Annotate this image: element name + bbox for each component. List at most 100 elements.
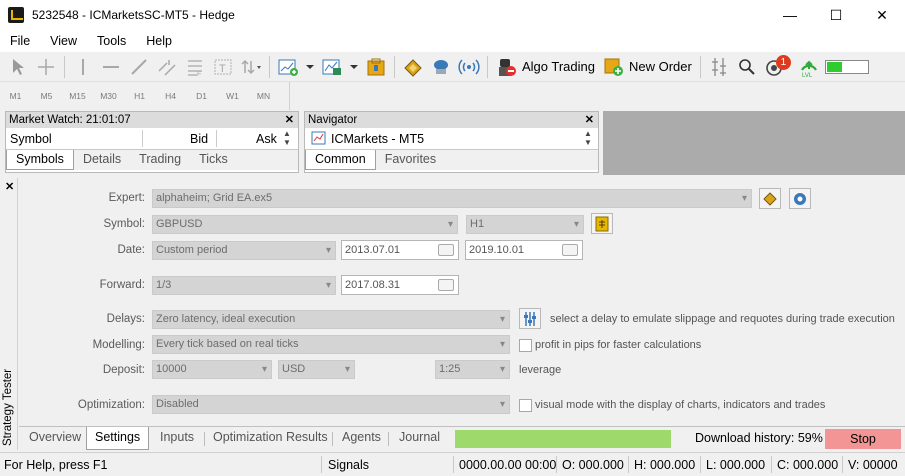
mt5-window: 5232548 - ICMarketsSC-MT5 - Hedge — ☐ ✕ …	[0, 0, 905, 476]
status-bar: For Help, press F1 Signals 0000.00.00 00…	[0, 452, 905, 476]
date-from-value: 2013.07.01	[345, 244, 401, 256]
new-order-button[interactable]: New Order	[599, 56, 696, 78]
equidistant-channel-icon[interactable]	[155, 55, 179, 79]
timeframe-m15[interactable]: M15	[62, 91, 93, 101]
signals-broadcast-icon[interactable]	[457, 55, 481, 79]
text-label-icon[interactable]: T	[211, 55, 235, 79]
profiles-icon[interactable]	[364, 55, 388, 79]
expert-properties-button[interactable]	[789, 188, 811, 209]
visual-mode-checkbox[interactable]	[519, 399, 532, 412]
leverage-value: 1:25	[439, 363, 461, 375]
menu-help[interactable]: Help	[136, 34, 182, 48]
horizontal-line-icon[interactable]	[99, 55, 123, 79]
tab-optimization-results[interactable]: Optimization Results	[213, 430, 328, 444]
tab-details[interactable]: Details	[74, 150, 130, 170]
minimize-button[interactable]: —	[767, 0, 813, 30]
fibonacci-icon[interactable]: F	[183, 55, 207, 79]
tab-settings[interactable]: Settings	[86, 427, 150, 450]
optimization-select[interactable]: Disabled ▾	[152, 395, 510, 414]
chart-type-dropdown-icon[interactable]	[348, 55, 360, 79]
crosshair-icon[interactable]	[34, 55, 58, 79]
timeframe-d1[interactable]: D1	[186, 91, 217, 101]
forward-date-field[interactable]: 2017.08.31	[341, 275, 459, 295]
stop-button[interactable]: Stop	[825, 429, 901, 449]
deposit-select[interactable]: 10000 ▾	[152, 360, 272, 379]
download-history-status: Download history: 59%	[695, 431, 823, 445]
symbol-select[interactable]: GBPUSD ▾	[152, 215, 458, 234]
vertical-line-icon[interactable]	[71, 55, 95, 79]
edit-expert-button[interactable]	[759, 188, 781, 209]
column-symbol[interactable]: Symbol	[10, 132, 52, 146]
navigator-account-item[interactable]: ICMarkets - MT5	[331, 132, 424, 146]
arrows-dropdown-icon[interactable]	[239, 55, 263, 79]
timeframe-h1[interactable]: H1	[124, 91, 155, 101]
new-chart-icon[interactable]	[276, 55, 300, 79]
market-icon[interactable]	[401, 55, 425, 79]
status-high: H: 000.000	[634, 458, 696, 472]
column-ask[interactable]: Ask	[256, 132, 277, 146]
trendline-icon[interactable]	[127, 55, 151, 79]
scroll-arrows-icon[interactable]: ▲ ▼	[283, 129, 291, 147]
deposit-label: Deposit:	[102, 364, 145, 376]
tab-favorites[interactable]: Favorites	[376, 150, 445, 170]
timeframe-m1[interactable]: M1	[0, 91, 31, 101]
calendar-icon[interactable]	[438, 244, 454, 256]
calendar-icon[interactable]	[562, 244, 578, 256]
modelling-select[interactable]: Every tick based on real ticks ▾	[152, 335, 510, 354]
timeframe-m5[interactable]: M5	[31, 91, 62, 101]
delays-select[interactable]: Zero latency, ideal execution ▾	[152, 310, 510, 329]
calendar-icon[interactable]	[438, 279, 454, 291]
menu-view[interactable]: View	[40, 34, 87, 48]
tab-common[interactable]: Common	[305, 150, 376, 170]
timeframe-w1[interactable]: W1	[217, 91, 248, 101]
chevron-down-icon: ▾	[261, 364, 267, 375]
depth-of-market-icon[interactable]	[707, 55, 731, 79]
symbol-properties-button[interactable]	[591, 213, 613, 234]
scroll-arrows-icon[interactable]: ▲ ▼	[584, 129, 592, 147]
menu-file[interactable]: File	[0, 34, 40, 48]
timeframe-m30[interactable]: M30	[93, 91, 124, 101]
date-mode-select[interactable]: Custom period ▾	[152, 241, 336, 260]
main-toolbar: F T Algo Trading New Order 1 LVL	[0, 52, 905, 82]
notifications-button[interactable]: 1	[763, 54, 791, 79]
timeframe-mn[interactable]: MN	[248, 91, 279, 101]
timeframe-h4[interactable]: H4	[155, 91, 186, 101]
tab-ticks[interactable]: Ticks	[190, 150, 237, 170]
maximize-button[interactable]: ☐	[813, 0, 859, 30]
date-to-field[interactable]: 2019.10.01	[465, 240, 583, 260]
algo-trading-button[interactable]: Algo Trading	[492, 56, 599, 78]
expert-select[interactable]: alphaheim; Grid EA.ex5 ▾	[152, 189, 752, 208]
timeframe-select[interactable]: H1 ▾	[466, 215, 584, 234]
notification-badge: 1	[775, 54, 791, 70]
forward-select[interactable]: 1/3 ▾	[152, 276, 336, 295]
strategy-tester-sidebar: ✕ Strategy Tester	[0, 178, 18, 450]
svg-text:F: F	[197, 71, 201, 77]
tab-agents[interactable]: Agents	[342, 430, 381, 444]
close-window-button[interactable]: ✕	[859, 0, 905, 30]
leverage-select[interactable]: 1:25 ▾	[435, 360, 510, 379]
delay-settings-button[interactable]	[519, 308, 541, 329]
status-close: C: 000.000	[777, 458, 839, 472]
date-from-field[interactable]: 2013.07.01	[341, 240, 459, 260]
currency-select[interactable]: USD ▾	[278, 360, 355, 379]
tab-trading[interactable]: Trading	[130, 150, 190, 170]
tab-inputs[interactable]: Inputs	[160, 430, 194, 444]
menu-tools[interactable]: Tools	[87, 34, 136, 48]
tester-close-icon[interactable]: ✕	[5, 180, 14, 193]
cursor-icon[interactable]	[6, 55, 30, 79]
tab-journal[interactable]: Journal	[399, 430, 440, 444]
vps-icon[interactable]	[429, 55, 453, 79]
tester-tabs-bar: Overview Settings Inputs Optimization Re…	[19, 426, 905, 450]
navigator-close-icon[interactable]: ✕	[585, 113, 594, 126]
chevron-down-icon: ▾	[447, 219, 453, 230]
new-chart-dropdown-icon[interactable]	[304, 55, 316, 79]
chart-type-icon[interactable]	[320, 55, 344, 79]
profit-in-pips-checkbox[interactable]	[519, 339, 532, 352]
tab-overview[interactable]: Overview	[29, 430, 81, 444]
search-icon[interactable]	[735, 55, 759, 79]
status-signals[interactable]: Signals	[328, 458, 369, 472]
column-bid[interactable]: Bid	[190, 132, 208, 146]
market-watch-close-icon[interactable]: ✕	[285, 113, 294, 126]
tab-symbols[interactable]: Symbols	[6, 150, 74, 170]
connection-lvl-icon[interactable]: LVL	[797, 55, 821, 79]
